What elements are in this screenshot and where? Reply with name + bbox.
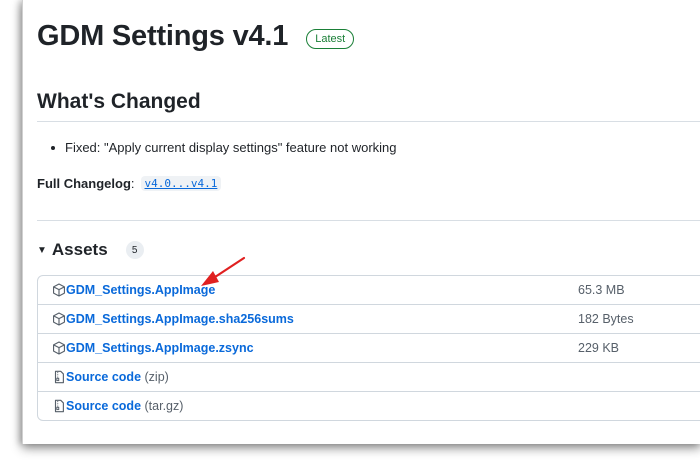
heading-divider: [37, 121, 700, 122]
file-zip-icon: [54, 399, 64, 413]
asset-name: GDM_Settings.AppImage: [66, 283, 216, 297]
asset-size: 65.3 MB: [578, 283, 625, 297]
full-changelog: Full Changelog: v4.0...v4.1: [37, 176, 222, 191]
asset-row: GDM_Settings.AppImage.zsync 229 KB: [38, 333, 700, 362]
asset-size: 182 Bytes: [578, 312, 634, 326]
file-zip-icon: [54, 370, 64, 384]
release-title[interactable]: GDM Settings v4.1: [37, 20, 288, 53]
asset-row: GDM_Settings.AppImage.sha256sums 182 Byt…: [38, 304, 700, 333]
asset-link-source-zip[interactable]: Source code (zip): [66, 370, 169, 384]
asset-format: (zip): [141, 370, 169, 384]
change-list: Fixed: "Apply current display settings" …: [51, 140, 397, 155]
asset-row: Source code (zip): [38, 362, 700, 391]
changelog-separator: :: [130, 176, 135, 191]
asset-format: (tar.gz): [141, 399, 184, 413]
change-item: Fixed: "Apply current display settings" …: [51, 140, 397, 155]
release-header: GDM Settings v4.1 Latest: [37, 20, 355, 53]
package-icon: [53, 341, 65, 355]
assets-toggle[interactable]: ▼ Assets 5: [37, 240, 144, 260]
package-icon: [53, 312, 65, 326]
changelog-compare-link[interactable]: v4.0...v4.1: [140, 176, 222, 191]
asset-name: Source code: [66, 370, 142, 384]
asset-size: 229 KB: [578, 341, 620, 355]
assets-title: Assets: [51, 240, 108, 259]
asset-link-sha256sums[interactable]: GDM_Settings.AppImage.sha256sums: [66, 312, 294, 326]
whats-changed-heading: What's Changed: [37, 90, 201, 113]
release-card: GDM Settings v4.1 Latest What's Changed …: [22, 0, 700, 444]
asset-link-zsync[interactable]: GDM_Settings.AppImage.zsync: [66, 341, 254, 355]
asset-link-appimage[interactable]: GDM_Settings.AppImage: [66, 283, 215, 297]
latest-badge: Latest: [306, 28, 355, 49]
asset-name: GDM_Settings.AppImage.zsync: [66, 341, 254, 355]
asset-row: Source code (tar.gz): [38, 391, 700, 420]
assets-count-badge: 5: [125, 241, 144, 259]
assets-list: GDM_Settings.AppImage 65.3 MB GDM_Settin…: [37, 275, 700, 421]
changelog-label: Full Changelog: [37, 176, 131, 191]
asset-name: GDM_Settings.AppImage.sha256sums: [66, 312, 294, 326]
asset-row: GDM_Settings.AppImage 65.3 MB: [38, 276, 700, 304]
section-divider: [37, 220, 700, 221]
asset-link-source-targz[interactable]: Source code (tar.gz): [66, 399, 183, 413]
package-icon: [53, 283, 65, 297]
caret-down-icon: ▼: [37, 244, 47, 256]
asset-name: Source code: [66, 399, 142, 413]
